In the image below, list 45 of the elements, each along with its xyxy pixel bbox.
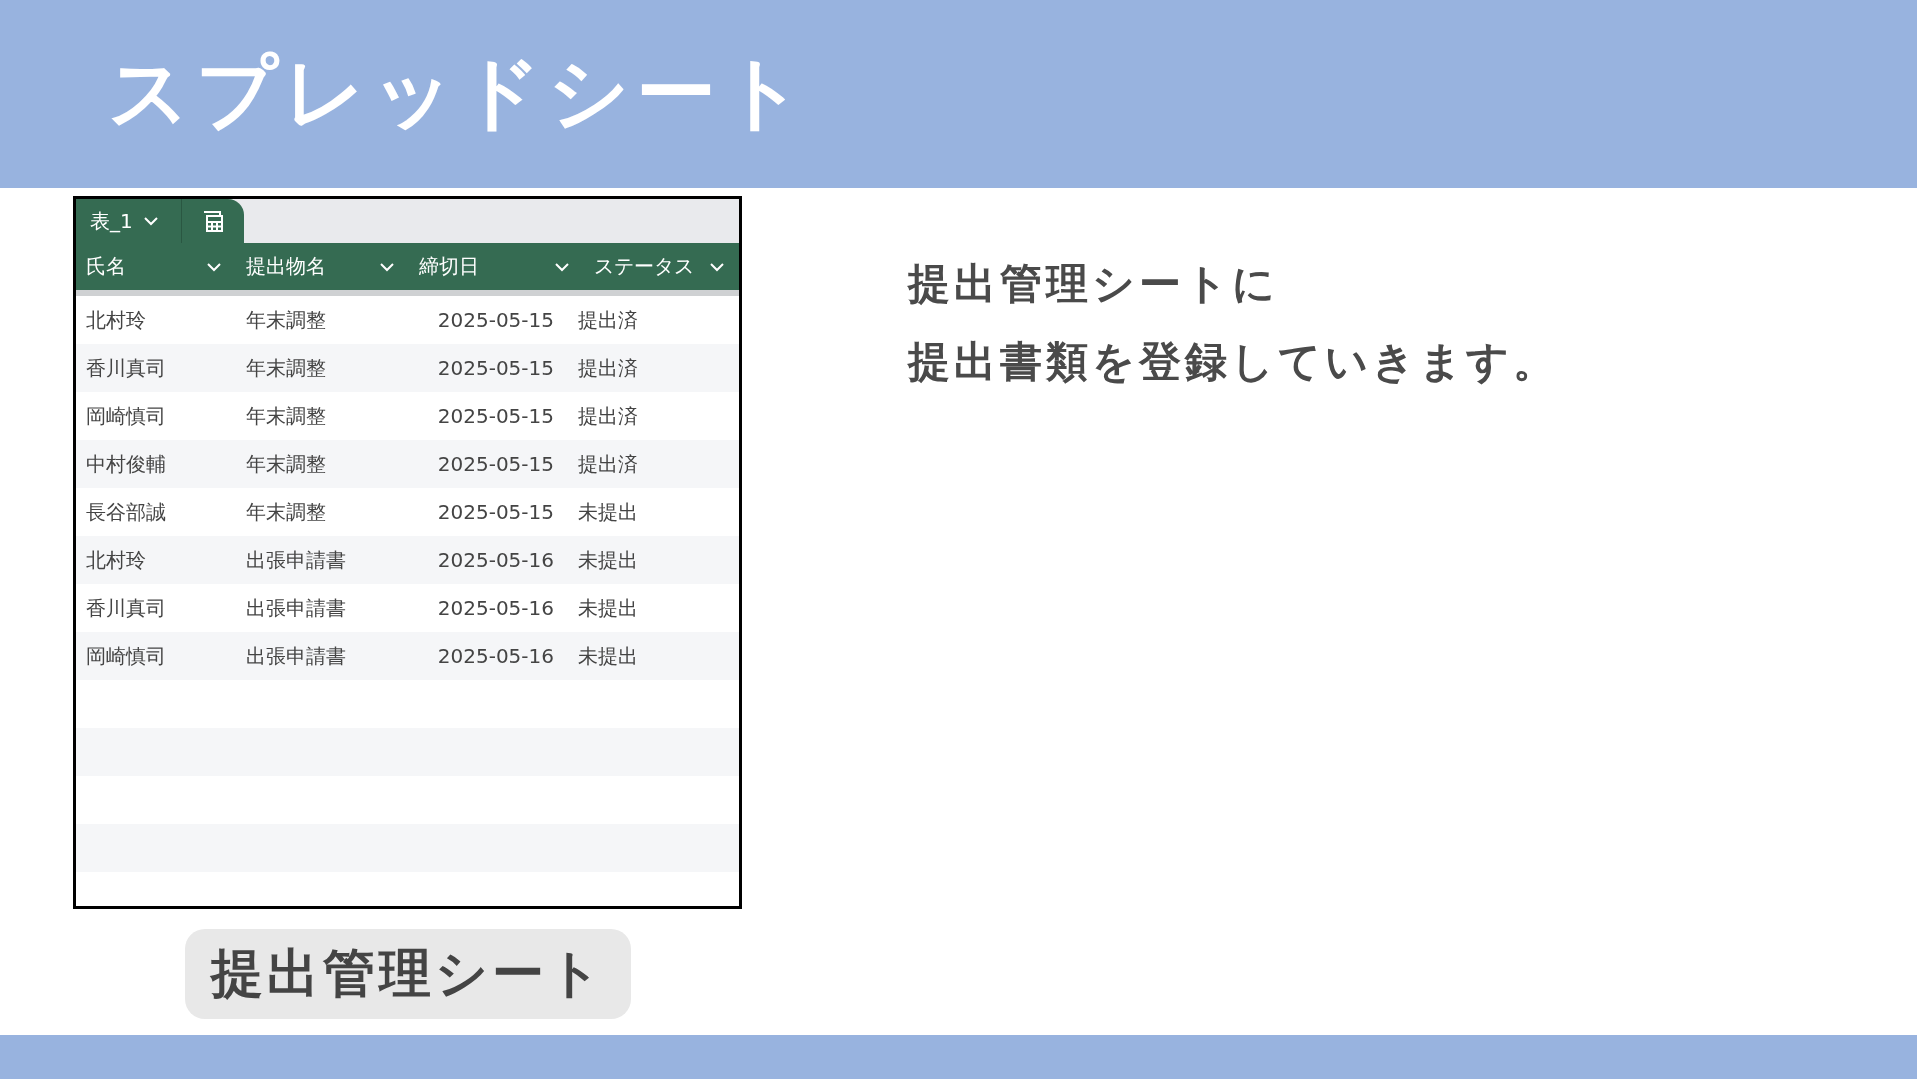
table-cell-text: 提出済 [577, 306, 639, 334]
table-cell-text: 2025-05-16 [436, 643, 555, 670]
table-cell-text: 2025-05-15 [436, 451, 555, 478]
chevron-down-icon[interactable] [709, 261, 725, 272]
description-text: 提出書類を登録していきます。 [908, 336, 1559, 388]
chevron-down-icon[interactable] [142, 216, 159, 226]
table-cell-text: 香川真司 [85, 354, 167, 382]
table-cell-text: 年末調整 [245, 354, 327, 382]
table-cell-text: 年末調整 [245, 450, 327, 478]
table-cell-text: 岡崎慎司 [85, 402, 167, 430]
table-cell-text: 提出済 [577, 354, 639, 382]
table-cell-text: 北村玲 [85, 546, 147, 574]
column-header[interactable]: 氏名 [76, 243, 236, 290]
table-cell-text: 未提出 [577, 498, 639, 526]
table-cell-text: 2025-05-16 [436, 547, 555, 574]
table-cell-text: 出張申請書 [245, 642, 347, 670]
table-cell-text: 2025-05-15 [436, 403, 555, 430]
chevron-down-icon[interactable] [554, 261, 570, 272]
slide-title: スプレッドシート [108, 45, 810, 141]
column-header[interactable]: 提出物名 [236, 243, 409, 290]
chevron-down-icon[interactable] [206, 261, 222, 272]
table-cell-text: 提出済 [577, 450, 639, 478]
table-cell-text: 年末調整 [245, 402, 327, 430]
chevron-down-icon[interactable] [379, 261, 395, 272]
table-cell-text: 北村玲 [85, 306, 147, 334]
table-cell-text: 岡崎慎司 [85, 642, 167, 670]
column-header[interactable]: 締切日 [409, 243, 584, 290]
table-cell-text: 未提出 [577, 642, 639, 670]
table-cell-text: 2025-05-15 [436, 499, 555, 526]
table-cell-text: 2025-05-15 [436, 355, 555, 382]
table-cell-text: 未提出 [577, 546, 639, 574]
table-cell-text: 年末調整 [245, 306, 327, 334]
description-text: 提出管理シートに [908, 258, 1280, 310]
table-cell-text: 未提出 [577, 594, 639, 622]
table-cell-text: 年末調整 [245, 498, 327, 526]
table-cell-text: 出張申請書 [245, 594, 347, 622]
table-cell-text: 香川真司 [85, 594, 167, 622]
table-cell-text: 2025-05-15 [436, 307, 555, 334]
table-cell-text: 2025-05-16 [436, 595, 555, 622]
table-cell-text: 提出済 [577, 402, 639, 430]
sheet-caption: 提出管理シート [184, 929, 631, 1019]
table-cell-text: 出張申請書 [245, 546, 347, 574]
column-header[interactable]: ステータス [584, 243, 739, 290]
table-cell-text: 長谷部誠 [85, 498, 167, 526]
table-cell-text: 中村俊輔 [85, 450, 167, 478]
